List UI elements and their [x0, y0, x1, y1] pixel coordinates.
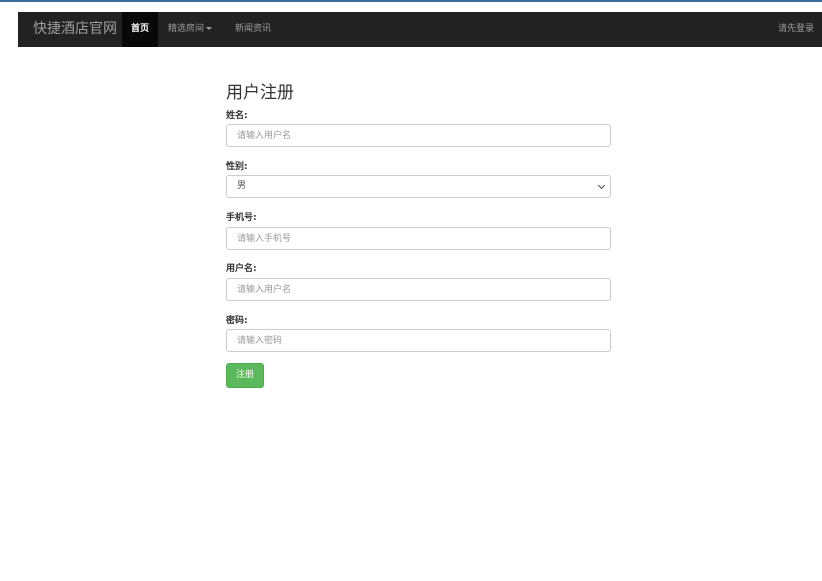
chevron-down-icon	[597, 181, 606, 190]
nav-item-rooms-dropdown[interactable]: 精选房间	[168, 12, 213, 47]
login-link[interactable]: 请先登录	[778, 12, 814, 47]
name-input[interactable]	[226, 124, 611, 147]
name-label: 姓名:	[226, 111, 248, 121]
phone-label: 手机号:	[226, 213, 257, 223]
register-button[interactable]: 注册	[226, 363, 264, 388]
top-accent-line	[0, 0, 822, 2]
username-label: 用户名:	[226, 264, 257, 274]
caret-down-icon	[206, 27, 213, 30]
nav-item-news-label: 新闻资讯	[235, 24, 272, 34]
password-label: 密码:	[226, 316, 248, 326]
brand-logo[interactable]: 快捷酒店官网	[33, 12, 117, 47]
gender-select-value: 男	[237, 181, 247, 191]
nav-item-rooms-label: 精选房间	[168, 24, 205, 34]
nav-item-home[interactable]: 首页	[122, 12, 158, 47]
username-input[interactable]	[226, 278, 611, 301]
password-input[interactable]	[226, 329, 611, 352]
navbar: 快捷酒店官网 首页 精选房间 新闻资讯 请先登录	[18, 12, 822, 47]
gender-label: 性别:	[226, 162, 248, 172]
nav-item-home-label: 首页	[130, 24, 149, 34]
nav-item-news[interactable]: 新闻资讯	[235, 12, 271, 47]
phone-input[interactable]	[226, 227, 611, 250]
gender-select[interactable]: 男	[226, 175, 611, 198]
page-title: 用户注册	[226, 83, 294, 103]
